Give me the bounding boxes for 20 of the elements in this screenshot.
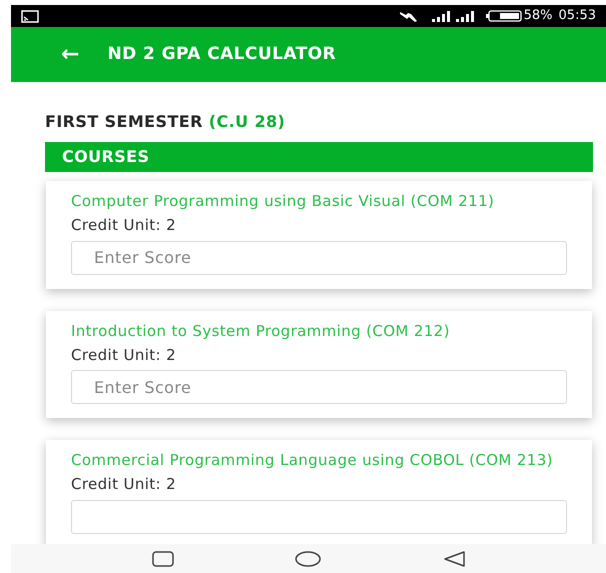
back-button[interactable]: ← <box>61 44 80 66</box>
score-field[interactable]: Enter Score <box>71 370 567 404</box>
credit-unit: Credit Unit: 2 <box>71 344 178 366</box>
score-field[interactable] <box>71 500 567 534</box>
battery-icon <box>486 10 522 22</box>
course-title: Introduction to System Programming (COM 212) <box>71 322 451 340</box>
home-icon[interactable] <box>295 550 322 566</box>
score-field[interactable]: Enter Score <box>71 240 567 274</box>
credit-unit: Credit Unit: 2 <box>71 215 178 236</box>
section-header: COURSES <box>45 142 593 172</box>
back-icon[interactable] <box>443 550 466 566</box>
battery-percent: 58% <box>524 7 553 26</box>
semester-heading: FIRST SEMESTER (C.U 28) <box>45 111 286 133</box>
recents-icon[interactable] <box>152 550 174 566</box>
cast-icon <box>21 10 39 22</box>
course-title: Commercial Programming Language using COBOL (COM 213) <box>71 452 554 469</box>
course-title: Computer Programming using Basic Visual (COM 211) <box>71 193 496 210</box>
clock-time: 05:53 <box>558 7 596 26</box>
credit-unit: Credit Unit: 2 <box>71 474 178 495</box>
app-title: ND 2 GPA CALCULATOR <box>107 42 336 66</box>
